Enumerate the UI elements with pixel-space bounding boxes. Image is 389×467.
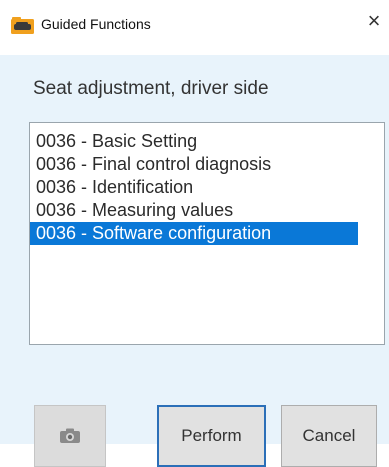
- perform-button[interactable]: Perform: [157, 405, 266, 467]
- guided-functions-window: Guided Functions × Seat adjustment, driv…: [0, 0, 389, 467]
- close-icon[interactable]: ×: [363, 10, 385, 32]
- window-title: Guided Functions: [41, 16, 151, 32]
- list-item[interactable]: 0036 - Measuring values: [30, 199, 358, 222]
- list-item[interactable]: 0036 - Basic Setting: [30, 130, 358, 153]
- list-item[interactable]: 0036 - Final control diagnosis: [30, 153, 358, 176]
- camera-icon: [60, 428, 80, 443]
- title-bar: Guided Functions ×: [0, 0, 389, 55]
- dialog-body: Seat adjustment, driver side 0036 - Basi…: [0, 55, 389, 467]
- folder-car-icon: [11, 17, 34, 34]
- list-item-selected[interactable]: 0036 - Software configuration: [30, 222, 358, 245]
- list-item[interactable]: 0036 - Identification: [30, 176, 358, 199]
- cancel-button[interactable]: Cancel: [281, 405, 377, 467]
- dialog-heading: Seat adjustment, driver side: [33, 78, 269, 99]
- function-listbox[interactable]: 0036 - Basic Setting 0036 - Final contro…: [29, 122, 385, 345]
- camera-button[interactable]: [34, 405, 106, 467]
